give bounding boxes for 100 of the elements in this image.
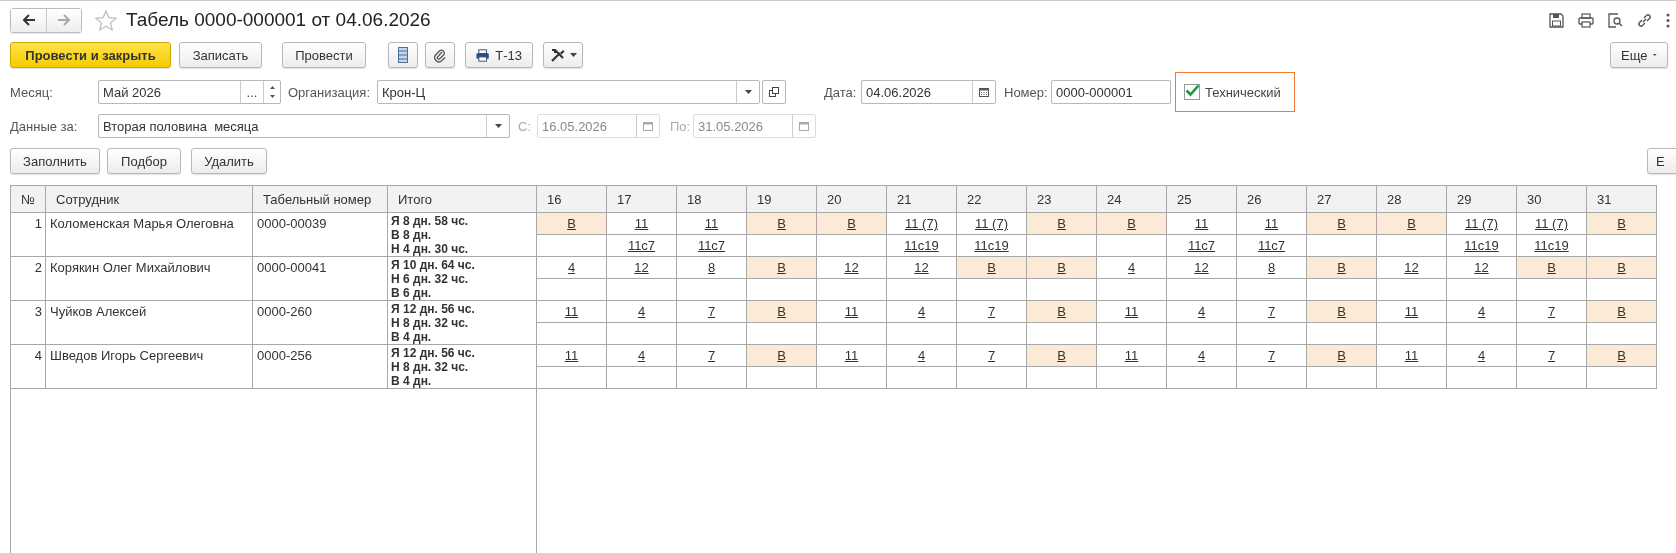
table-cell[interactable]: 12 [1166, 256, 1237, 279]
table-cell[interactable]: 11 (7) [1446, 212, 1517, 235]
date-field[interactable]: 04.06.2026 [861, 80, 996, 104]
table-cell[interactable]: 11 [1096, 300, 1167, 323]
select-button[interactable]: Подбор [107, 148, 181, 174]
print-icon[interactable] [1578, 12, 1594, 28]
total-line: В 4 дн. [391, 330, 433, 344]
period-field[interactable]: Вторая половина месяца [98, 114, 510, 138]
column-header[interactable]: 20 [816, 185, 887, 213]
table-cell[interactable]: 7 [676, 344, 747, 367]
table-cell[interactable]: 4 [1446, 344, 1517, 367]
open-button[interactable] [762, 80, 786, 104]
month-field[interactable]: Май 2026 ... [98, 80, 281, 104]
table-cell[interactable]: 12 [1446, 256, 1517, 279]
table-cell[interactable]: 8 [1236, 256, 1307, 279]
field-label: Организация: [288, 84, 372, 100]
table-cell[interactable]: 4 [1096, 256, 1167, 279]
post-and-close-button[interactable]: Провести и закрыть [10, 42, 171, 68]
table-cell[interactable]: 12 [1376, 256, 1447, 279]
table-cell[interactable]: 4 [886, 344, 957, 367]
column-header[interactable]: 16 [536, 185, 607, 213]
column-header[interactable]: 25 [1166, 185, 1237, 213]
table-cell[interactable]: 7 [1516, 344, 1587, 367]
field-label: По: [670, 118, 692, 134]
link-icon[interactable] [1637, 12, 1652, 28]
table-cell[interactable]: 11 [1376, 344, 1447, 367]
number-field[interactable]: 0000-000001 [1051, 80, 1171, 104]
table-cell[interactable]: 11 (7) [956, 212, 1027, 235]
table-cell[interactable]: 7 [1236, 344, 1307, 367]
more-icon[interactable] [1666, 12, 1670, 28]
save-button[interactable]: Записать [179, 42, 262, 68]
total-line: Я 12 дн. 56 чс. [391, 346, 476, 360]
table-cell[interactable]: 12 [606, 256, 677, 279]
table-cell[interactable]: 11 [606, 212, 677, 235]
table-cell[interactable]: 7 [956, 300, 1027, 323]
organization-field[interactable]: Крон-Ц [377, 80, 760, 104]
table-cell: 4 [10, 344, 46, 389]
table-cell[interactable]: 11 [676, 212, 747, 235]
table-cell[interactable]: 4 [1166, 300, 1237, 323]
column-header[interactable]: 21 [886, 185, 957, 213]
table-cell[interactable]: 7 [956, 344, 1027, 367]
more-button[interactable]: Еще [1610, 42, 1668, 68]
fill-button[interactable]: Заполнить [10, 148, 100, 174]
table-cell[interactable]: 11 [536, 344, 607, 367]
column-header[interactable]: 24 [1096, 185, 1167, 213]
column-header[interactable]: Сотрудник [45, 185, 253, 213]
table-cell[interactable]: 11 [1166, 212, 1237, 235]
column-header[interactable]: № [10, 185, 46, 213]
table-cell[interactable]: 11 [816, 300, 887, 323]
table-cell[interactable]: 4 [1446, 300, 1517, 323]
column-header[interactable]: 22 [956, 185, 1027, 213]
column-header[interactable]: 17 [606, 185, 677, 213]
column-header[interactable]: 26 [1236, 185, 1307, 213]
table-cell[interactable]: 4 [536, 256, 607, 279]
table-cell[interactable]: 12 [886, 256, 957, 279]
column-header[interactable]: 29 [1446, 185, 1517, 213]
table-cell[interactable]: 12 [816, 256, 887, 279]
table-cell[interactable]: 4 [1166, 344, 1237, 367]
column-header[interactable]: Итого [387, 185, 537, 213]
total-line: Н 8 дн. 32 чс. [391, 360, 470, 374]
table-cell[interactable]: 4 [886, 300, 957, 323]
post-button[interactable]: Провести [282, 42, 366, 68]
table-cell[interactable]: 8 [676, 256, 747, 279]
back-button[interactable] [11, 8, 46, 32]
table-cell[interactable]: 11 (7) [886, 212, 957, 235]
column-header[interactable]: 30 [1516, 185, 1587, 213]
windows-icon [769, 87, 779, 97]
table-cell: 3 [10, 300, 46, 345]
table-cell[interactable]: 11 [1236, 212, 1307, 235]
preview-icon[interactable] [1608, 12, 1623, 28]
choose-button[interactable]: ... [240, 81, 263, 103]
checkbox[interactable] [1184, 84, 1200, 100]
more-button[interactable]: Е [1647, 148, 1676, 174]
table-cell[interactable]: 11 [816, 344, 887, 367]
table-cell[interactable]: 7 [1236, 300, 1307, 323]
column-header[interactable]: 23 [1026, 185, 1097, 213]
attach-button[interactable] [425, 42, 455, 68]
table-cell[interactable]: 11 [1096, 344, 1167, 367]
tools-button[interactable] [543, 42, 583, 68]
print-t13-button[interactable]: Т-13 [465, 42, 533, 68]
dropdown-icon [744, 90, 752, 94]
table-cell[interactable]: 11 [1376, 300, 1447, 323]
list-button[interactable] [388, 42, 418, 68]
table-cell[interactable]: 4 [606, 344, 677, 367]
delete-button[interactable]: Удалить [191, 148, 267, 174]
column-header[interactable]: 27 [1306, 185, 1377, 213]
column-header[interactable]: 28 [1376, 185, 1447, 213]
table-cell[interactable]: 4 [606, 300, 677, 323]
column-header[interactable]: 19 [746, 185, 817, 213]
technical-checkbox[interactable]: Технический [1175, 72, 1295, 112]
column-header[interactable]: Табельный номер [252, 185, 388, 213]
save-icon[interactable] [1549, 12, 1564, 28]
table-cell[interactable]: 7 [676, 300, 747, 323]
table-cell[interactable]: 7 [1516, 300, 1587, 323]
column-header[interactable]: 18 [676, 185, 747, 213]
star-icon[interactable] [95, 9, 117, 31]
column-header[interactable]: 31 [1586, 185, 1657, 213]
table-cell[interactable]: 11 [536, 300, 607, 323]
table-cell[interactable]: 11 (7) [1516, 212, 1587, 235]
list-icon [398, 47, 408, 63]
